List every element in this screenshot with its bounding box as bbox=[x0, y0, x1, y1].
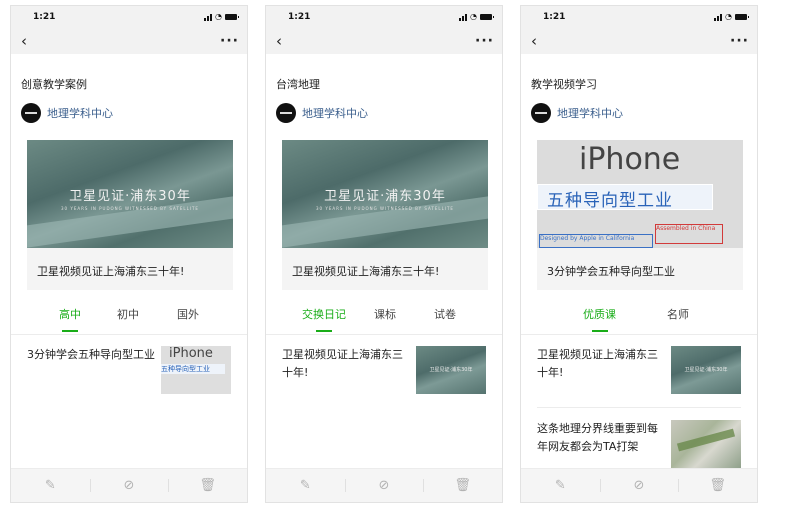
status-icons: ◔ bbox=[204, 12, 239, 21]
thumb-text: iPhone bbox=[169, 346, 213, 361]
thumb-band-text: 五种导向型工业 bbox=[161, 364, 225, 374]
chevron-left-icon[interactable]: ‹ bbox=[21, 32, 27, 50]
tab-senior-high[interactable]: 高中 bbox=[59, 306, 81, 332]
link-icon[interactable]: ⊘ bbox=[344, 469, 424, 502]
more-dots-icon[interactable]: ··· bbox=[730, 33, 749, 49]
cover-small-text-2: Assembled in China bbox=[655, 224, 723, 244]
signal-icon bbox=[204, 13, 213, 21]
status-time: 1:21 bbox=[288, 12, 311, 22]
nav-bar: ‹ ··· bbox=[11, 28, 247, 54]
trash-icon[interactable]: 🗑 bbox=[423, 469, 502, 502]
featured-card[interactable]: iPhone 五种导向型工业 Designed by Apple in Cali… bbox=[537, 140, 743, 290]
thumb-text: 卫星见证·浦东30年 bbox=[684, 367, 728, 373]
battery-icon bbox=[225, 14, 239, 20]
list-item-thumbnail: iPhone 五种导向型工业 bbox=[161, 346, 231, 394]
card-title: 卫星视频见证上海浦东三十年! bbox=[37, 265, 185, 278]
account-name: 地理学科中心 bbox=[557, 107, 623, 120]
wifi-icon: ◔ bbox=[470, 12, 477, 21]
phone-preview-2: 1:21 ◔ ‹ ··· 台湾地理 地理学科中心 卫星见证·浦东30年 30 Y… bbox=[265, 5, 503, 503]
status-bar: 1:21 ◔ bbox=[521, 6, 757, 28]
status-time: 1:21 bbox=[33, 12, 56, 22]
tab-famous-teacher[interactable]: 名师 bbox=[667, 306, 689, 322]
signal-icon bbox=[459, 13, 468, 21]
tab-quality-lesson[interactable]: 优质课 bbox=[583, 306, 616, 332]
avatar bbox=[21, 103, 41, 123]
tab-exchange-diary[interactable]: 交换日记 bbox=[302, 306, 346, 332]
phone-preview-3: 1:21 ◔ ‹ ··· 教学视频学习 地理学科中心 iPhone 五种导向型工… bbox=[520, 5, 758, 503]
wifi-icon: ◔ bbox=[725, 12, 732, 21]
link-icon[interactable]: ⊘ bbox=[89, 469, 169, 502]
cover-big-text: iPhone bbox=[579, 142, 681, 177]
more-dots-icon[interactable]: ··· bbox=[475, 33, 494, 49]
link-icon[interactable]: ⊘ bbox=[599, 469, 679, 502]
list-item[interactable]: 卫星视频见证上海浦东三十年! 卫星见证·浦东30年 bbox=[521, 342, 757, 406]
tab-abroad[interactable]: 国外 bbox=[177, 306, 199, 322]
tab-bar: 优质课 名师 bbox=[521, 306, 757, 335]
featured-card[interactable]: 卫星见证·浦东30年 30 YEARS IN PUDONG WITNESSED … bbox=[27, 140, 233, 290]
pencil-icon[interactable]: ✎ bbox=[11, 469, 90, 502]
nav-bar: ‹ ··· bbox=[521, 28, 757, 54]
list-item-title: 3分钟学会五种导向型工业 bbox=[27, 348, 155, 361]
list-item-thumbnail-map bbox=[671, 420, 741, 468]
list-item-thumbnail: 卫星见证·浦东30年 bbox=[416, 346, 486, 394]
card-title: 3分钟学会五种导向型工业 bbox=[547, 265, 675, 278]
cover-title: 卫星见证·浦东30年 bbox=[324, 189, 446, 204]
account-link[interactable]: 地理学科中心 bbox=[21, 103, 113, 123]
cover-title: 卫星见证·浦东30年 bbox=[69, 189, 191, 204]
tab-curriculum[interactable]: 课标 bbox=[374, 306, 396, 322]
chevron-left-icon[interactable]: ‹ bbox=[531, 32, 537, 50]
nav-bar: ‹ ··· bbox=[266, 28, 502, 54]
more-dots-icon[interactable]: ··· bbox=[220, 33, 239, 49]
list-item-title: 卫星视频见证上海浦东三十年! bbox=[537, 348, 658, 379]
status-bar: 1:21 ◔ bbox=[11, 6, 247, 28]
bottom-toolbar: ✎ ⊘ 🗑 bbox=[11, 468, 247, 502]
tab-exam[interactable]: 试卷 bbox=[434, 306, 456, 322]
cover-small-text-1: Designed by Apple in California bbox=[539, 234, 653, 248]
trash-icon[interactable]: 🗑 bbox=[168, 469, 247, 502]
tab-bar: 高中 初中 国外 bbox=[11, 306, 247, 335]
pencil-icon[interactable]: ✎ bbox=[266, 469, 345, 502]
list-item[interactable]: 卫星视频见证上海浦东三十年! 卫星见证·浦东30年 bbox=[266, 342, 502, 406]
trash-icon[interactable]: 🗑 bbox=[678, 469, 757, 502]
bottom-toolbar: ✎ ⊘ 🗑 bbox=[521, 468, 757, 502]
thumb-text: 卫星见证·浦东30年 bbox=[429, 367, 473, 373]
wifi-icon: ◔ bbox=[215, 12, 222, 21]
signal-icon bbox=[714, 13, 723, 21]
pencil-icon[interactable]: ✎ bbox=[521, 469, 600, 502]
status-icons: ◔ bbox=[459, 12, 494, 21]
page-title: 台湾地理 bbox=[276, 78, 320, 91]
avatar bbox=[276, 103, 296, 123]
battery-icon bbox=[735, 14, 749, 20]
card-title: 卫星视频见证上海浦东三十年! bbox=[292, 265, 440, 278]
status-time: 1:21 bbox=[543, 12, 566, 22]
list-item-thumbnail: 卫星见证·浦东30年 bbox=[671, 346, 741, 394]
avatar bbox=[531, 103, 551, 123]
featured-card[interactable]: 卫星见证·浦东30年 30 YEARS IN PUDONG WITNESSED … bbox=[282, 140, 488, 290]
account-name: 地理学科中心 bbox=[302, 107, 368, 120]
cover-image-satellite: 卫星见证·浦东30年 30 YEARS IN PUDONG WITNESSED … bbox=[282, 140, 488, 248]
battery-icon bbox=[480, 14, 494, 20]
cover-image-iphone: iPhone 五种导向型工业 Designed by Apple in Cali… bbox=[537, 140, 743, 248]
cover-subtitle: 30 YEARS IN PUDONG WITNESSED BY SATELLIT… bbox=[316, 206, 454, 211]
chevron-left-icon[interactable]: ‹ bbox=[276, 32, 282, 50]
tab-junior-high[interactable]: 初中 bbox=[117, 306, 139, 322]
page-title: 教学视频学习 bbox=[531, 78, 597, 91]
cover-image-satellite: 卫星见证·浦东30年 30 YEARS IN PUDONG WITNESSED … bbox=[27, 140, 233, 248]
status-icons: ◔ bbox=[714, 12, 749, 21]
list-item[interactable]: 3分钟学会五种导向型工业 iPhone 五种导向型工业 bbox=[11, 342, 247, 406]
account-link[interactable]: 地理学科中心 bbox=[276, 103, 368, 123]
bottom-toolbar: ✎ ⊘ 🗑 bbox=[266, 468, 502, 502]
status-bar: 1:21 ◔ bbox=[266, 6, 502, 28]
divider bbox=[537, 407, 741, 408]
cover-subtitle: 30 YEARS IN PUDONG WITNESSED BY SATELLIT… bbox=[61, 206, 199, 211]
page-title: 创意教学案例 bbox=[21, 78, 87, 91]
account-name: 地理学科中心 bbox=[47, 107, 113, 120]
phone-preview-1: 1:21 ◔ ‹ ··· 创意教学案例 地理学科中心 卫星见证·浦东30年 30… bbox=[10, 5, 248, 503]
account-link[interactable]: 地理学科中心 bbox=[531, 103, 623, 123]
cover-band-text: 五种导向型工业 bbox=[547, 191, 673, 211]
tab-bar: 交换日记 课标 试卷 bbox=[266, 306, 502, 335]
list-item-title: 这条地理分界线重要到每年网友都会为TA打架 bbox=[537, 422, 658, 453]
list-item-title: 卫星视频见证上海浦东三十年! bbox=[282, 348, 403, 379]
